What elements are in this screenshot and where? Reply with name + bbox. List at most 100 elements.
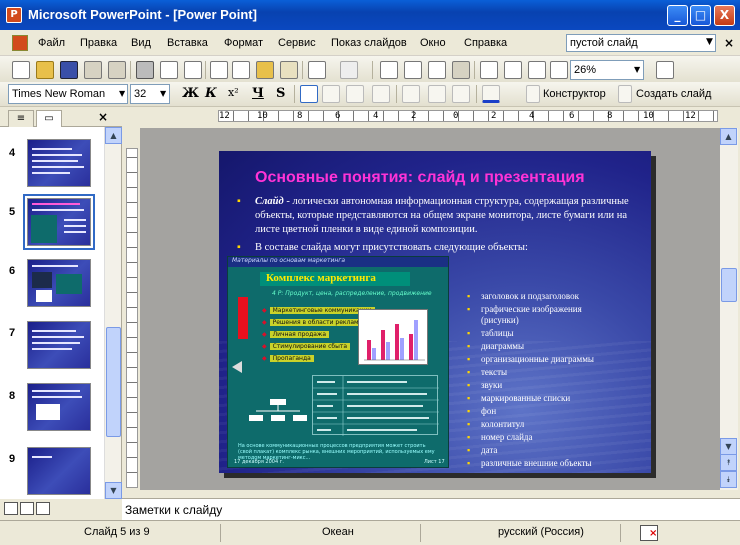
close-panel-icon[interactable]: × — [98, 110, 108, 124]
ask-question-input[interactable]: пустой слайд — [566, 34, 716, 52]
save-icon[interactable] — [60, 61, 78, 79]
open-folder-icon[interactable] — [36, 61, 54, 79]
cut-icon[interactable] — [210, 61, 228, 79]
zoom-select[interactable]: 26% — [570, 60, 644, 80]
scrollbar-thumb[interactable] — [106, 327, 121, 437]
notes-placeholder[interactable]: Заметки к слайду — [125, 503, 222, 517]
slide-thumbnail-6[interactable] — [27, 259, 91, 307]
slide-thumbnail-9[interactable] — [27, 447, 91, 495]
list-item: организационные диаграммы — [467, 354, 617, 365]
previous-slide-icon[interactable]: ⯭ — [720, 454, 737, 471]
slide-thumbnail-7[interactable] — [27, 321, 91, 369]
horizontal-scrollbar[interactable] — [140, 490, 720, 498]
paste-icon[interactable] — [256, 61, 274, 79]
maximize-button[interactable]: □ — [690, 5, 711, 26]
underline-button[interactable]: Ч — [252, 86, 264, 101]
menu-edit[interactable]: Правка — [80, 37, 117, 49]
menu-format[interactable]: Формат — [224, 37, 263, 49]
menu-tools[interactable]: Сервис — [278, 37, 316, 49]
slide-thumbnail-4[interactable] — [27, 139, 91, 187]
scrollbar-thumb[interactable] — [721, 268, 737, 302]
design-template-name: Океан — [322, 526, 354, 538]
spelling-icon[interactable] — [184, 61, 202, 79]
insert-table-icon[interactable] — [404, 61, 422, 79]
grid-icon[interactable] — [528, 61, 546, 79]
tables-borders-icon[interactable] — [428, 61, 446, 79]
shadow-button[interactable]: S — [276, 86, 285, 101]
slide-thumbnail-5[interactable] — [23, 194, 95, 250]
normal-view-icon[interactable] — [4, 502, 18, 515]
superscript-button[interactable]: x² — [228, 86, 239, 99]
next-slide-icon[interactable]: ⯯ — [720, 471, 737, 488]
insert-chart-icon[interactable] — [380, 61, 398, 79]
outline-tab-icon[interactable]: ≡ — [8, 110, 34, 127]
menu-file[interactable]: Файл — [38, 37, 65, 49]
align-right-icon[interactable] — [346, 85, 364, 103]
powerpoint-app-icon[interactable]: P — [6, 7, 22, 23]
undo-icon[interactable] — [308, 61, 326, 79]
design-button[interactable]: Конструктор — [543, 88, 606, 100]
slide-number: 4 — [9, 147, 16, 159]
print-icon[interactable] — [136, 61, 154, 79]
menu-window[interactable]: Окно — [420, 37, 446, 49]
close-document-icon[interactable]: × — [724, 36, 734, 50]
menu-slideshow[interactable]: Показ слайдов — [331, 37, 407, 49]
new-slide-icon[interactable] — [618, 85, 632, 103]
bold-button[interactable]: Ж — [182, 86, 199, 101]
chevron-down-icon[interactable]: ▼ — [706, 37, 713, 47]
align-center-icon[interactable] — [322, 85, 340, 103]
current-slide[interactable]: Основные понятия: слайд и презентация ▪ … — [219, 151, 651, 473]
slide-vertical-scrollbar[interactable]: ▲ ▼ ⯭ ⯯ — [720, 128, 738, 490]
close-button[interactable]: X — [714, 5, 735, 26]
print-preview-icon[interactable] — [160, 61, 178, 79]
menu-help[interactable]: Справка — [464, 37, 507, 49]
hyperlink-icon[interactable] — [452, 61, 470, 79]
decrease-indent-icon[interactable] — [428, 85, 446, 103]
increase-font-icon[interactable] — [402, 85, 420, 103]
format-painter-icon[interactable] — [280, 61, 298, 79]
slide-editing-area[interactable]: Основные понятия: слайд и презентация ▪ … — [140, 128, 720, 490]
align-left-icon[interactable] — [300, 85, 318, 103]
font-name-select[interactable]: Times New Roman — [8, 84, 128, 104]
embedded-slide-image[interactable]: Материалы по основам маркетинга Комплекс… — [227, 256, 449, 468]
help-icon[interactable] — [656, 61, 674, 79]
copy-icon[interactable] — [232, 61, 250, 79]
numbering-icon[interactable] — [372, 85, 390, 103]
slide-title[interactable]: Основные понятия: слайд и презентация — [255, 169, 585, 187]
scroll-up-icon[interactable]: ▲ — [105, 127, 122, 144]
font-color-icon[interactable] — [482, 85, 500, 103]
design-icon[interactable] — [526, 85, 540, 103]
slide-sorter-icon[interactable] — [20, 502, 34, 515]
scroll-down-icon[interactable]: ▼ — [720, 438, 737, 455]
slide-number: 8 — [9, 390, 16, 402]
menu-insert[interactable]: Вставка — [167, 37, 208, 49]
slides-panel-scrollbar[interactable]: ▲ ▼ — [104, 127, 122, 499]
notes-pane[interactable]: Заметки к слайду — [122, 498, 740, 520]
slideshow-icon[interactable] — [36, 502, 50, 515]
document-menu-icon[interactable] — [12, 35, 28, 51]
slide-bullet-objects[interactable]: ▪ В составе слайда могут присутствовать … — [237, 241, 637, 255]
list-item: диаграммы — [467, 341, 617, 352]
slide-bullet-definition[interactable]: ▪ Слайд - логически автономная информаци… — [237, 195, 637, 237]
chevron-down-icon[interactable]: ▼ — [160, 89, 166, 98]
menu-view[interactable]: Вид — [131, 37, 151, 49]
scroll-down-icon[interactable]: ▼ — [105, 482, 122, 499]
expand-all-icon[interactable] — [480, 61, 498, 79]
email-icon[interactable] — [108, 61, 126, 79]
scroll-up-icon[interactable]: ▲ — [720, 128, 737, 145]
new-document-icon[interactable] — [12, 61, 30, 79]
permission-icon[interactable] — [84, 61, 102, 79]
slide-thumbnail-8[interactable] — [27, 383, 91, 431]
new-slide-button[interactable]: Создать слайд — [636, 88, 711, 100]
minimize-button[interactable]: _ — [667, 5, 688, 26]
slides-tab-icon[interactable]: ▭ — [36, 110, 62, 127]
italic-button[interactable]: К — [205, 86, 217, 101]
chevron-down-icon[interactable]: ▼ — [119, 89, 125, 98]
show-formatting-icon[interactable] — [504, 61, 522, 79]
slide-objects-list[interactable]: заголовок и подзаголовок графические изо… — [467, 291, 617, 471]
spelling-status-icon[interactable]: × — [640, 525, 658, 541]
chevron-down-icon[interactable]: ▼ — [634, 65, 640, 74]
color-grayscale-icon[interactable] — [550, 61, 568, 79]
redo-icon[interactable] — [340, 61, 358, 79]
increase-indent-icon[interactable] — [452, 85, 470, 103]
